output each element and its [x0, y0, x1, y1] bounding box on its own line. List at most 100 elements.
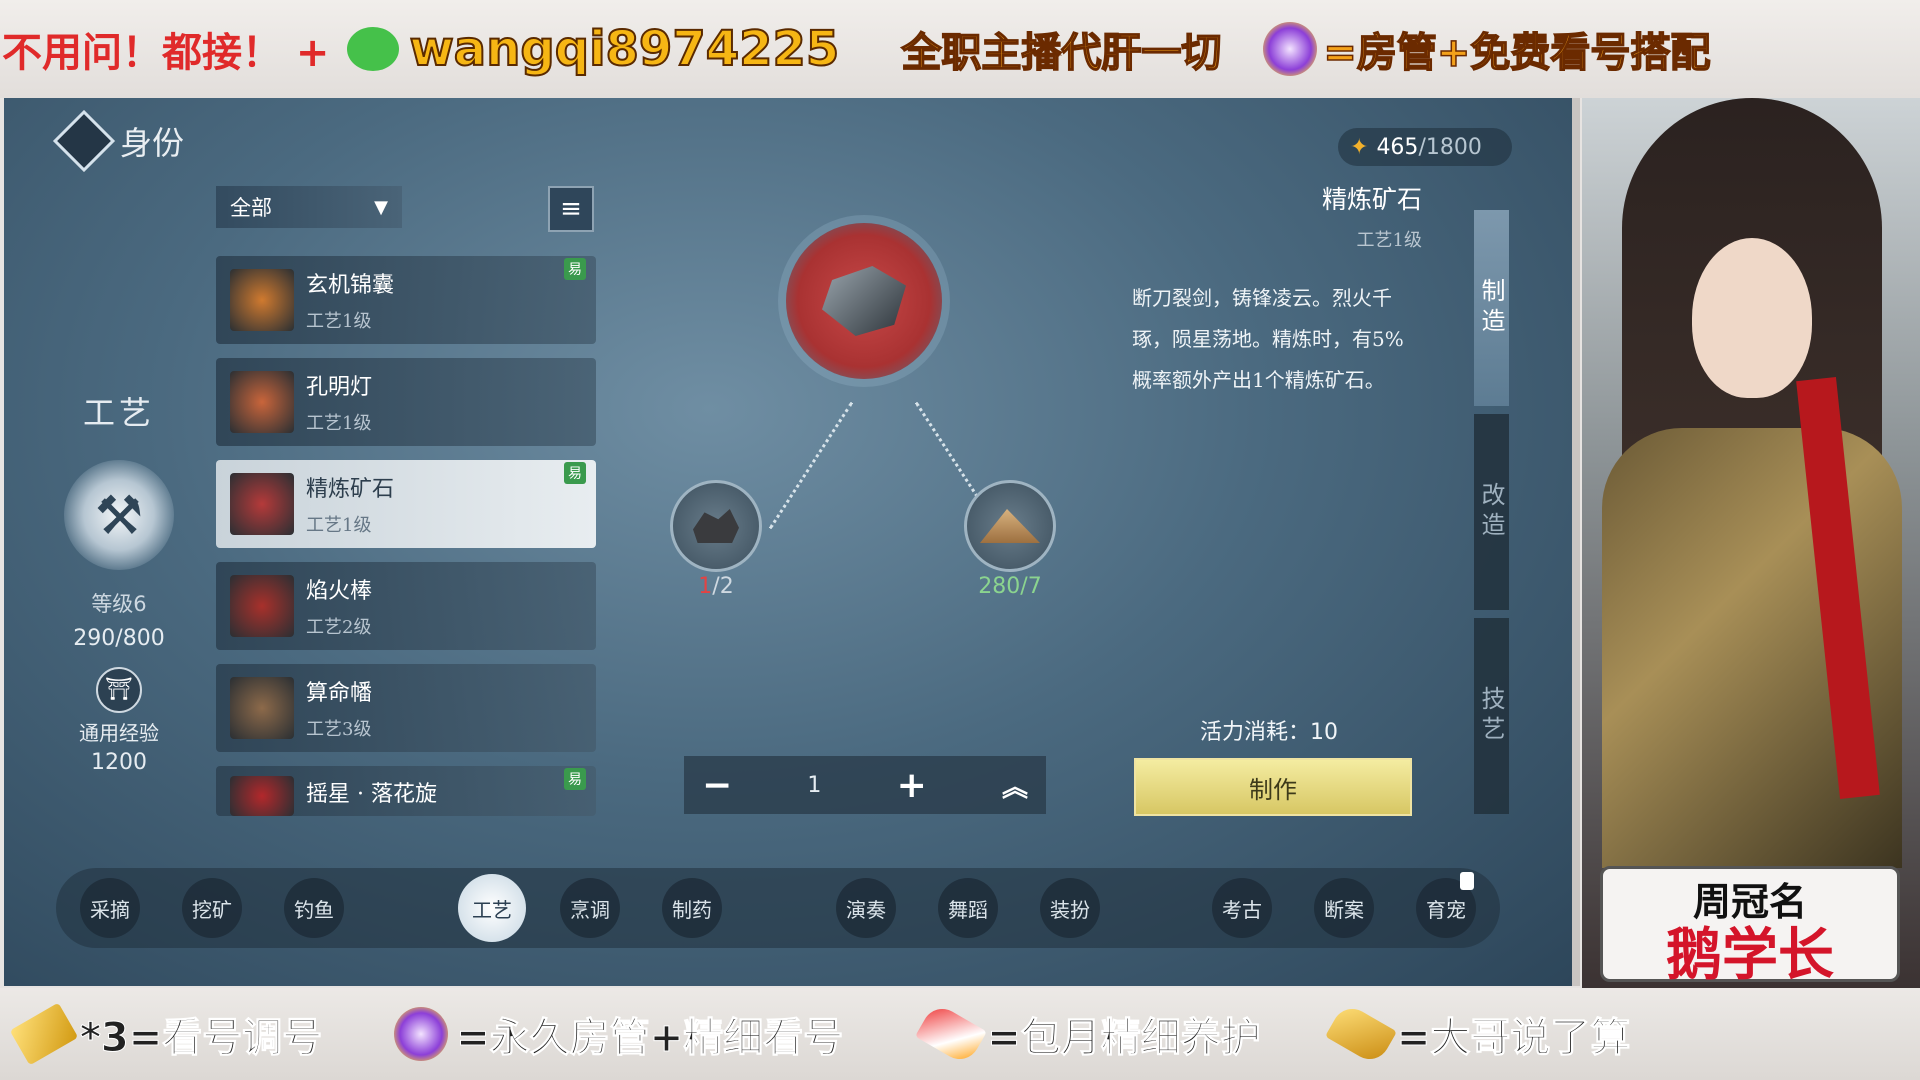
recipe-level: 工艺1级: [306, 311, 372, 332]
tab-mining[interactable]: 挖矿: [182, 878, 242, 938]
banner-item-2: =永久房管+精细看号: [456, 1015, 844, 1062]
easy-badge: 易: [564, 462, 586, 484]
top-banner: 不用问！都接！ + wangqi8974225 全职主播代肝一切 =房管+免费看…: [0, 0, 1920, 98]
material-count-sand: 280/7: [964, 574, 1056, 599]
tab-medicine[interactable]: 制药: [662, 878, 722, 938]
sky-lantern-icon: [230, 371, 294, 433]
recipe-name: 摇星 · 落花旋: [306, 782, 437, 807]
tab-investigation[interactable]: 断案: [1314, 878, 1374, 938]
max-quantity-button[interactable]: ︽: [1002, 767, 1028, 804]
recipe-level: 工艺2级: [306, 617, 372, 638]
easy-badge: 易: [564, 258, 586, 280]
make-button[interactable]: 制作: [1134, 758, 1412, 816]
plus-button[interactable]: +: [897, 765, 927, 806]
recipe-item-yaoxing-luohuaxuan[interactable]: 摇星 · 落花旋 易: [216, 766, 596, 816]
recipe-item-kongming-deng[interactable]: 孔明灯 工艺1级: [216, 358, 596, 446]
banner-item-4: =大哥说了算: [1396, 1015, 1631, 1062]
item-info-panel: 精炼矿石 工艺1级 断刀裂剑，铸锋凌云。烈火千琢，陨星荡地。精炼时，有5%概率额…: [1132, 180, 1422, 401]
recipe-name: 算命幡: [306, 681, 373, 706]
page-header: 身份: [52, 109, 184, 173]
material-slot-sand[interactable]: [964, 480, 1056, 572]
skill-level: 等级6: [91, 592, 147, 616]
lock-icon: [1460, 872, 1474, 890]
recipe-name: 玄机锦囊: [306, 273, 395, 298]
sponsor-title: 周冠名: [1692, 880, 1807, 924]
side-tabs: 制造 改造 技艺: [1474, 210, 1526, 822]
recipe-name: 精炼矿石: [306, 477, 395, 502]
gem-badge-icon: [394, 1007, 449, 1061]
category-filter-dropdown[interactable]: 全部 ▼: [216, 186, 402, 228]
skill-progress: 290/800: [73, 626, 165, 651]
anvil-hammer-icon: ⚒: [64, 460, 174, 570]
sponsor-name-box: 周冠名 鹅学长: [1600, 866, 1900, 986]
recipe-list: 玄机锦囊 工艺1级 易 孔明灯 工艺1级 精炼矿石 工艺1级 易 焰火棒 工艺2…: [216, 256, 596, 816]
gold-ticket-icon: [9, 1002, 79, 1066]
material-have: 1: [698, 574, 713, 599]
chevron-down-icon: ▼: [374, 196, 388, 218]
item-name: 精炼矿石: [1321, 185, 1422, 214]
recipe-level: 工艺1级: [306, 413, 372, 434]
quantity-value[interactable]: 1: [807, 773, 821, 798]
tab-technique[interactable]: 技艺: [1474, 618, 1509, 814]
item-description: 断刀裂剑，铸锋凌云。烈火千琢，陨星荡地。精炼时，有5%概率额外产出1个精炼矿石。: [1132, 286, 1404, 392]
recipe-item-xuanji-jinnang[interactable]: 玄机锦囊 工艺1级 易: [216, 256, 596, 344]
banner-text-fulltime: 全职主播代肝一切: [901, 29, 1223, 77]
hamburger-menu-icon: ≡: [560, 194, 582, 224]
list-menu-button[interactable]: ≡: [548, 186, 594, 232]
recipe-name: 焰火棒: [306, 579, 373, 604]
gem-badge-icon: [1263, 22, 1318, 76]
quantity-stepper: − 1 + ︽: [684, 756, 1046, 814]
material-count-coal: 1/2: [670, 574, 762, 599]
banner-item-1: *3=看号调号: [79, 1015, 323, 1062]
stamina-bird-icon: ✦: [1350, 134, 1369, 160]
link-line-left: [768, 401, 854, 530]
stamina-max: /1800: [1418, 134, 1482, 160]
bottom-banner: *3=看号调号 =永久房管+精细看号 =包月精细养护 =大哥说了算: [0, 988, 1920, 1080]
sponsor-name: 鹅学长: [1666, 923, 1834, 988]
general-exp-label: 通用经验: [79, 721, 159, 745]
tab-cooking[interactable]: 烹调: [560, 878, 620, 938]
recipe-level: 工艺1级: [306, 515, 372, 536]
tab-fishing[interactable]: 钓鱼: [284, 878, 344, 938]
identity-logo-icon: [52, 109, 116, 173]
refined-ore-icon: [230, 473, 294, 535]
material-need: /7: [1020, 574, 1042, 599]
wechat-id: wangqi8974225: [408, 20, 840, 78]
tab-music[interactable]: 演奏: [836, 878, 896, 938]
gold-rocket-icon: [1324, 1001, 1397, 1067]
product-slot[interactable]: [786, 223, 942, 379]
tab-crafting[interactable]: 工艺: [458, 874, 526, 942]
general-exp-icon[interactable]: ⛩: [96, 667, 142, 713]
tab-modify[interactable]: 改造: [1474, 414, 1509, 610]
fortune-banner-icon: [230, 677, 294, 739]
tab-archaeology[interactable]: 考古: [1212, 878, 1272, 938]
red-rocket-icon: [915, 1001, 988, 1067]
recipe-item-firework-stick[interactable]: 焰火棒 工艺2级: [216, 562, 596, 650]
recipe-item-fortune-banner[interactable]: 算命幡 工艺3级: [216, 664, 596, 752]
character-face: [1692, 238, 1812, 398]
game-window: 身份 ✦ 465/1800 全部 ▼ ≡ 玄机锦囊 工艺1级 易 孔明灯 工艺1…: [4, 98, 1580, 986]
material-need: /2: [712, 574, 734, 599]
life-skill-tab-bar: 采摘 挖矿 钓鱼 工艺 烹调 制药 演奏 舞蹈 装扮 考古 断案 育宠: [56, 868, 1500, 948]
easy-badge: 易: [564, 768, 586, 790]
material-have: 280: [978, 574, 1021, 599]
recipe-item-refined-ore[interactable]: 精炼矿石 工艺1级 易: [216, 460, 596, 548]
firework-stick-icon: [230, 575, 294, 637]
general-exp-value: 1200: [91, 750, 147, 775]
silk-pouch-icon: [230, 269, 294, 331]
tab-dressup[interactable]: 装扮: [1040, 878, 1100, 938]
recipe-name: 孔明灯: [306, 375, 373, 400]
stamina-counter: ✦ 465/1800: [1338, 128, 1512, 166]
tab-make[interactable]: 制造: [1474, 210, 1509, 406]
tab-gathering[interactable]: 采摘: [80, 878, 140, 938]
firework-rocket-icon: [230, 776, 294, 816]
material-slot-coal[interactable]: [670, 480, 762, 572]
recipe-level: 工艺3级: [306, 719, 372, 740]
energy-cost: 活力消耗：10: [1200, 720, 1338, 745]
sand-pile-icon: [980, 509, 1040, 543]
coal-icon: [693, 509, 739, 543]
tab-dance[interactable]: 舞蹈: [938, 878, 998, 938]
skill-summary: 工艺 ⚒ 等级6 290/800 ⛩ 通用经验 1200: [44, 388, 194, 775]
banner-text-manager: =房管+免费看号搭配: [1323, 29, 1712, 77]
minus-button[interactable]: −: [702, 765, 732, 806]
